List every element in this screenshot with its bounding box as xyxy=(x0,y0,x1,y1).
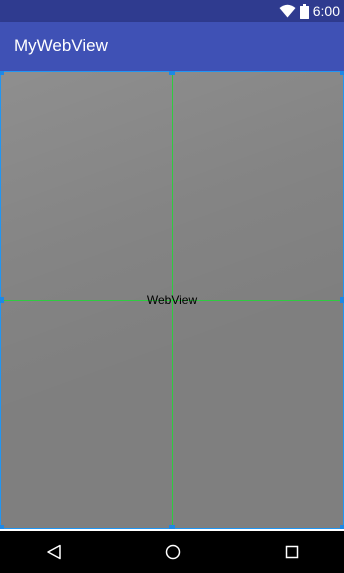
resize-handle-top-right[interactable] xyxy=(340,71,344,75)
status-time: 6:00 xyxy=(312,3,340,19)
resize-handle-right[interactable] xyxy=(340,297,344,303)
resize-handle-bottom-left[interactable] xyxy=(0,525,4,529)
resize-handle-top[interactable] xyxy=(169,71,175,75)
resize-handle-left[interactable] xyxy=(0,297,4,303)
home-button[interactable] xyxy=(163,542,183,562)
home-icon xyxy=(165,544,181,560)
resize-handle-top-left[interactable] xyxy=(0,71,4,75)
back-button[interactable] xyxy=(44,542,64,562)
resize-handle-bottom-right[interactable] xyxy=(340,525,344,529)
resize-handle-bottom[interactable] xyxy=(169,525,175,529)
navigation-bar xyxy=(0,531,344,573)
status-icons: 6:00 xyxy=(279,2,340,20)
back-icon xyxy=(47,544,61,560)
wifi-icon xyxy=(279,4,296,18)
app-title: MyWebView xyxy=(14,36,108,55)
recents-icon xyxy=(285,545,299,559)
app-bar: MyWebView xyxy=(0,22,344,71)
webview[interactable]: WebView xyxy=(0,71,344,529)
battery-icon xyxy=(299,3,309,19)
status-bar: 6:00 xyxy=(0,0,344,22)
recents-button[interactable] xyxy=(282,542,302,562)
webview-label: WebView xyxy=(146,293,198,307)
